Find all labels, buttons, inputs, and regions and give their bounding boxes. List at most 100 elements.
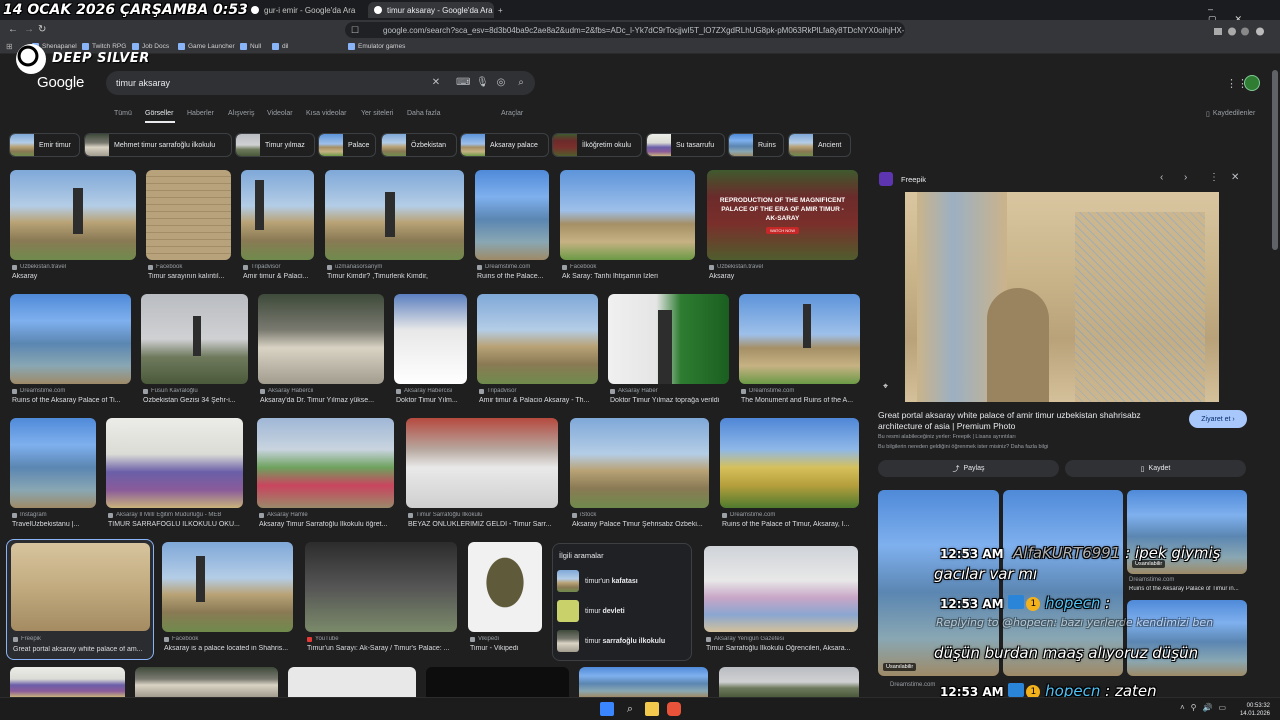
thumb-title[interactable]: Ruins of the Aksaray Palace of Timur in.… bbox=[1129, 586, 1247, 592]
image-result[interactable]: YouTube Timur'un Sarayı: Ak-Saray / Timu… bbox=[305, 542, 457, 654]
search-icon[interactable]: ⌕ bbox=[515, 77, 527, 89]
chip-aksaray-palace[interactable]: Aksaray palace bbox=[460, 133, 549, 157]
scrollbar[interactable] bbox=[1272, 70, 1278, 250]
result-title[interactable]: Amir timur & Palaci... bbox=[243, 273, 314, 280]
result-title[interactable]: BEYAZ ÖNLÜKLERİMİZ GELDİ - Timur Sarr... bbox=[408, 521, 558, 528]
image-result[interactable]: iStock Aksaray Palace Timur Şehrisabz Öz… bbox=[570, 418, 709, 530]
result-title[interactable]: Great portal aksaray white palace of am.… bbox=[13, 646, 150, 653]
preview-image[interactable] bbox=[905, 192, 1219, 402]
bookmark-item[interactable]: Job Docs bbox=[132, 43, 169, 50]
visit-button[interactable]: Ziyaret et › bbox=[1189, 410, 1247, 428]
result-title[interactable]: Aksaray is a palace located in Shahris..… bbox=[164, 645, 293, 652]
result-title[interactable]: Timur'un Sarayı: Ak-Saray / Timur's Pala… bbox=[307, 645, 457, 652]
result-title[interactable]: The Monument and Ruins of the A... bbox=[741, 397, 860, 404]
search-icon[interactable]: ⌕ bbox=[623, 702, 637, 716]
image-result[interactable]: Instagram TravelUzbekistanu |... bbox=[10, 418, 96, 530]
image-result[interactable]: Vikipedi Timur - Vikipedi bbox=[468, 542, 542, 654]
bookmark-item[interactable]: Emulator games bbox=[348, 43, 405, 50]
result-title[interactable]: Aksaray bbox=[12, 273, 136, 280]
save-button[interactable]: ▯ Kaydet bbox=[1065, 460, 1246, 477]
keyboard-icon[interactable]: ⌨ bbox=[456, 77, 470, 89]
chip-uzbekistan[interactable]: Özbekistan bbox=[381, 133, 457, 157]
result-title[interactable]: Timur Sarrafoğlu İlkokulu Öğrencileri, A… bbox=[706, 645, 858, 652]
tab-videos[interactable]: Videolar bbox=[267, 110, 293, 117]
chip-ruins[interactable]: Ruins bbox=[728, 133, 784, 157]
image-result[interactable]: REPRODUCTION OF THE MAGNIFICENT PALACE O… bbox=[707, 170, 858, 282]
bookmark-item[interactable]: Null bbox=[240, 43, 261, 50]
start-icon[interactable] bbox=[600, 702, 614, 716]
image-result[interactable]: Tripadvisor Amir timur & Palacio Aksaray… bbox=[477, 294, 598, 406]
image-result[interactable]: Tripadvisor Amir timur & Palaci... bbox=[241, 170, 314, 282]
address-bar[interactable]: google.com/search?sca_esv=8d3b04ba9c2ae8… bbox=[345, 22, 905, 38]
brave-browser-icon[interactable] bbox=[667, 702, 681, 716]
tab-all[interactable]: Tümü bbox=[114, 110, 132, 117]
result-title[interactable]: Aksaray Palace Timur Şehrisabz Özbeki... bbox=[572, 521, 709, 528]
image-result[interactable]: Timur Sarrafoğlu İlkokulu BEYAZ ÖNLÜKLER… bbox=[406, 418, 558, 530]
result-title[interactable]: TİMUR SARRAFOĞLU İLKOKULU OKU... bbox=[108, 521, 243, 528]
chip-palace[interactable]: Palace bbox=[318, 133, 376, 157]
tab-places[interactable]: Yer siteleri bbox=[361, 110, 393, 117]
result-title[interactable]: Doktor Timur Yılm... bbox=[396, 397, 467, 404]
browser-tab-1[interactable]: gur-i emir - Google'da Ara bbox=[245, 2, 363, 18]
panel-source[interactable]: Freepik bbox=[901, 175, 926, 184]
result-title[interactable]: Timur Kimdir? ,Timurlenk Kimdir, bbox=[327, 273, 464, 280]
related-item[interactable]: timur'un kafatası bbox=[557, 569, 689, 593]
image-result[interactable]: Füsun Kavraloğlu Özbekistan Gezisi 34 Şe… bbox=[141, 294, 248, 406]
chip-timur-yilmaz[interactable]: Timur yılmaz bbox=[235, 133, 315, 157]
tab-more[interactable]: Daha fazla bbox=[407, 110, 440, 117]
image-result[interactable]: Aksaray Habercii Aksaray'da Dr. Timur Yı… bbox=[258, 294, 384, 406]
prev-arrow-icon[interactable]: ‹ bbox=[1160, 172, 1163, 183]
result-title[interactable]: TravelUzbekistanu |... bbox=[12, 521, 96, 528]
tab-images[interactable]: Görseller bbox=[145, 110, 173, 117]
result-title[interactable]: Doktor Timur Yılmaz toprağa verildi bbox=[610, 397, 729, 404]
image-result-partial[interactable] bbox=[10, 667, 125, 697]
image-result-selected[interactable]: Freepik Great portal aksaray white palac… bbox=[6, 539, 154, 660]
result-title[interactable]: Aksaray bbox=[709, 273, 858, 280]
tab-shopping[interactable]: Alışveriş bbox=[228, 110, 254, 117]
bookmark-star-icon[interactable]: ☐ bbox=[351, 25, 359, 36]
image-result[interactable]: Dreamstime.com Ruins of the Aksaray Pala… bbox=[10, 294, 131, 406]
image-result[interactable]: Facebook Ak Saray: Tarihi İhtişamın İzle… bbox=[560, 170, 695, 282]
panel-title[interactable]: Great portal aksaray white palace of ami… bbox=[878, 410, 1178, 432]
related-image[interactable] bbox=[1127, 600, 1247, 676]
image-result-partial[interactable] bbox=[719, 667, 859, 697]
reload-icon[interactable]: ↻ bbox=[38, 24, 46, 35]
clock[interactable]: 00:53:32 14.01.2026 bbox=[1240, 702, 1270, 718]
image-result-partial[interactable] bbox=[579, 667, 708, 697]
bookmark-item[interactable]: Game Launcher bbox=[178, 43, 235, 50]
result-title[interactable]: Timur - Vikipedi bbox=[470, 645, 542, 652]
back-icon[interactable]: ← bbox=[8, 24, 18, 35]
search-input[interactable]: timur aksaray ✕ ⌨ 🎙 ◎ ⌕ bbox=[106, 71, 535, 95]
extensions-icon[interactable] bbox=[1214, 24, 1266, 36]
result-title[interactable]: Amir timur & Palacio Aksaray - Th... bbox=[479, 397, 598, 404]
browser-tab-2[interactable]: timur aksaray - Google'da Ara ✕ bbox=[368, 2, 494, 18]
chip-ancient[interactable]: Ancient bbox=[788, 133, 851, 157]
result-title[interactable]: Aksaray Timur Sarrafoğlu İlkokulu öğret.… bbox=[259, 521, 394, 528]
image-result[interactable]: Aksaray Haber Doktor Timur Yılmaz toprağ… bbox=[608, 294, 729, 406]
new-tab-button[interactable]: + bbox=[495, 2, 511, 18]
system-tray-icons[interactable]: ˄⚲🔊▭ bbox=[1180, 703, 1232, 712]
result-title[interactable]: Timur sarayının kalıntıl... bbox=[148, 273, 231, 280]
image-result-partial[interactable] bbox=[288, 667, 416, 697]
result-title[interactable]: Ruins of the Palace... bbox=[477, 273, 549, 280]
chip-emir-timur[interactable]: Emir timur bbox=[9, 133, 80, 157]
image-result[interactable]: Facebook Timur sarayının kalıntıl... bbox=[146, 170, 231, 282]
chip-ilkogretim[interactable]: İlköğretim okulu bbox=[552, 133, 642, 157]
image-result-partial[interactable] bbox=[426, 667, 569, 697]
image-result[interactable]: Aksaray Hamle Aksaray Timur Sarrafoğlu İ… bbox=[257, 418, 394, 530]
avatar[interactable] bbox=[1244, 75, 1260, 91]
result-title[interactable]: Aksaray'da Dr. Timur Yılmaz yükse... bbox=[260, 397, 384, 404]
image-result[interactable]: Aksaray İl Millî Eğitim Müdürlüğü - MEB … bbox=[106, 418, 243, 530]
next-arrow-icon[interactable]: › bbox=[1184, 172, 1187, 183]
image-result[interactable]: Dreamstime.com Ruins of the Palace of Ti… bbox=[720, 418, 859, 530]
related-item[interactable]: timur devleti bbox=[557, 599, 689, 623]
close-panel-icon[interactable]: ✕ bbox=[1231, 172, 1239, 183]
related-item[interactable]: timur sarrafoğlu ilkokulu bbox=[557, 629, 689, 653]
image-result[interactable]: Facebook Aksaray is a palace located in … bbox=[162, 542, 293, 654]
forward-icon[interactable]: → bbox=[24, 24, 34, 35]
tab-news[interactable]: Haberler bbox=[187, 110, 214, 117]
chip-sarrafoglu[interactable]: Mehmet timur sarrafoğlu ilkokulu bbox=[84, 133, 232, 157]
tab-short-videos[interactable]: Kısa videolar bbox=[306, 110, 346, 117]
image-result[interactable]: Dreamstime.com Ruins of the Palace... bbox=[475, 170, 549, 282]
apps-icon[interactable]: ⊞ bbox=[6, 42, 13, 51]
